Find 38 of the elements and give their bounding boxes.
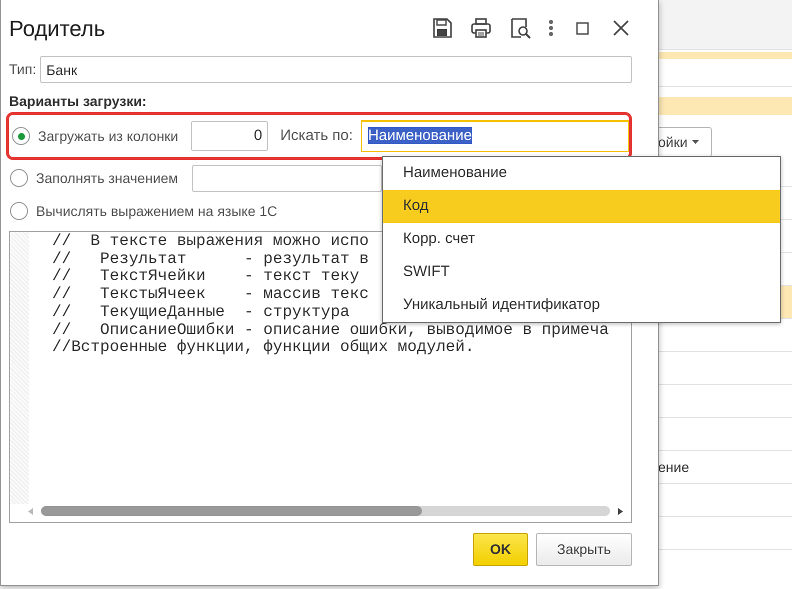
section-heading: Варианты загрузки: [9, 93, 148, 109]
code-line: // Результат - результат в [52, 250, 369, 268]
code-line: // ОписаниеОшибки - описание ошибки, выводимое в примеча [52, 322, 609, 339]
radio-button[interactable] [10, 169, 28, 187]
dropdown-item[interactable]: Наименование [383, 157, 780, 190]
dropdown-item[interactable]: Уникальный идентификатор [383, 289, 780, 322]
preview-icon[interactable] [509, 17, 531, 39]
radio-button[interactable] [12, 127, 30, 145]
caret-icon [692, 140, 699, 144]
print-icon[interactable] [470, 17, 492, 39]
dropdown-item[interactable]: Код [383, 190, 780, 223]
scrollbar-track[interactable] [41, 506, 610, 516]
save-icon[interactable] [431, 17, 453, 39]
code-line: // В тексте выражения можно испо [52, 233, 369, 251]
search-by-label: Искать по: [280, 126, 353, 146]
radio-label: Загружать из колонки [38, 126, 178, 146]
radio-label: Заполнять значением [36, 168, 178, 188]
code-line: // ТекущиеДанные - структура [52, 304, 350, 322]
dropdown-item[interactable]: Корр. счет [383, 223, 780, 256]
settings-button[interactable]: ойки [658, 127, 712, 157]
ok-button[interactable]: OK [473, 533, 528, 566]
close-button[interactable]: Закрыть [536, 533, 632, 566]
type-label: Тип: [9, 60, 36, 79]
code-line: // ТекстЯчейки - текст теку [52, 268, 360, 286]
scroll-right-icon[interactable] [618, 508, 623, 514]
scrollbar-thumb[interactable] [41, 506, 422, 516]
more-icon[interactable] [548, 17, 554, 39]
type-field[interactable]: Банк [40, 56, 632, 83]
radio-label: Вычислять выражением на языке 1С [36, 202, 278, 221]
code-line: //Встроенные функции, функции общих модулей. [52, 339, 474, 357]
window-title: Родитель [9, 14, 106, 42]
value-field[interactable] [192, 164, 382, 192]
search-by-field[interactable]: Наименование [360, 120, 629, 152]
code-line: // ТекстыЯчеек - массив текс [52, 286, 369, 304]
table-cell-text: ение [658, 458, 690, 476]
column-number-field[interactable]: 0 [191, 121, 268, 151]
radio-button[interactable] [10, 202, 28, 220]
dropdown-item[interactable]: SWIFT [383, 256, 780, 289]
